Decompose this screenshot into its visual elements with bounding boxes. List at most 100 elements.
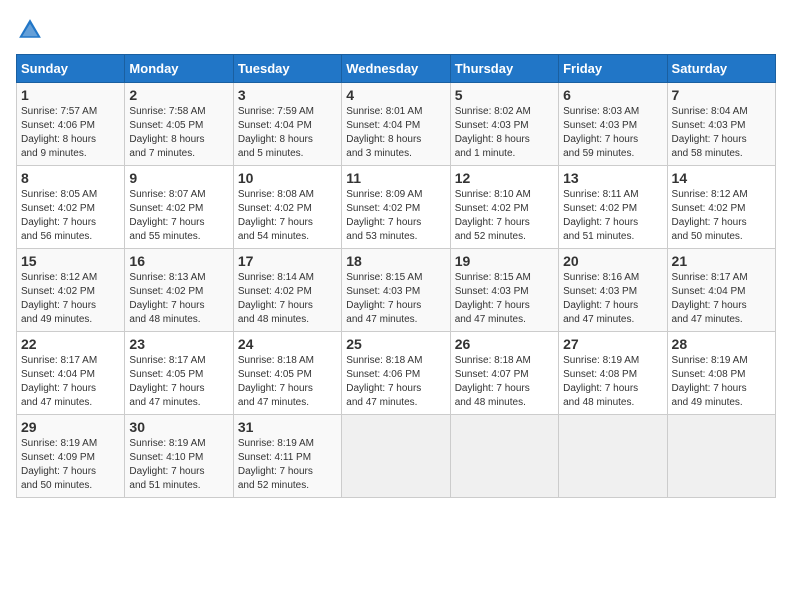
day-number: 6 <box>563 87 662 103</box>
col-header-saturday: Saturday <box>667 55 775 83</box>
day-info: Sunrise: 8:14 AMSunset: 4:02 PMDaylight:… <box>238 271 337 327</box>
day-info: Sunrise: 8:07 AMSunset: 4:02 PMDaylight:… <box>129 188 228 244</box>
day-number: 24 <box>238 336 337 352</box>
day-number: 25 <box>346 336 445 352</box>
day-number: 22 <box>21 336 120 352</box>
calendar-cell: 24 Sunrise: 8:18 AMSunset: 4:05 PMDayligh… <box>233 332 341 415</box>
day-info: Sunrise: 8:13 AMSunset: 4:02 PMDaylight:… <box>129 271 228 327</box>
day-info: Sunrise: 8:04 AMSunset: 4:03 PMDaylight:… <box>672 105 771 161</box>
calendar-cell: 2Sunrise: 7:58 AMSunset: 4:05 PMDaylight… <box>125 83 233 166</box>
calendar-cell: 22 Sunrise: 8:17 AMSunset: 4:04 PMDayligh… <box>17 332 125 415</box>
day-number: 15 <box>21 253 120 269</box>
calendar-cell: 4Sunrise: 8:01 AMSunset: 4:04 PMDaylight… <box>342 83 450 166</box>
calendar-cell <box>342 415 450 498</box>
day-info: Sunrise: 8:12 AMSunset: 4:02 PMDaylight:… <box>672 188 771 244</box>
day-number: 12 <box>455 170 554 186</box>
day-number: 2 <box>129 87 228 103</box>
calendar-cell: 11 Sunrise: 8:09 AMSunset: 4:02 PMDayligh… <box>342 166 450 249</box>
day-number: 11 <box>346 170 445 186</box>
day-info: Sunrise: 8:18 AMSunset: 4:06 PMDaylight:… <box>346 354 445 410</box>
day-number: 1 <box>21 87 120 103</box>
day-number: 26 <box>455 336 554 352</box>
calendar-cell: 19 Sunrise: 8:15 AMSunset: 4:03 PMDayligh… <box>450 249 558 332</box>
day-info: Sunrise: 8:18 AMSunset: 4:07 PMDaylight:… <box>455 354 554 410</box>
calendar-cell: 15 Sunrise: 8:12 AMSunset: 4:02 PMDayligh… <box>17 249 125 332</box>
day-info: Sunrise: 7:59 AMSunset: 4:04 PMDaylight:… <box>238 105 337 161</box>
calendar-cell: 8 Sunrise: 8:05 AMSunset: 4:02 PMDaylight… <box>17 166 125 249</box>
day-number: 23 <box>129 336 228 352</box>
day-info: Sunrise: 8:05 AMSunset: 4:02 PMDaylight:… <box>21 188 120 244</box>
col-header-thursday: Thursday <box>450 55 558 83</box>
calendar-cell: 3 Sunrise: 7:59 AMSunset: 4:04 PMDaylight… <box>233 83 341 166</box>
calendar-cell: 10 Sunrise: 8:08 AMSunset: 4:02 PMDayligh… <box>233 166 341 249</box>
day-number: 27 <box>563 336 662 352</box>
day-number: 7 <box>672 87 771 103</box>
calendar-cell: 14 Sunrise: 8:12 AMSunset: 4:02 PMDayligh… <box>667 166 775 249</box>
day-number: 3 <box>238 87 337 103</box>
calendar-cell: 16 Sunrise: 8:13 AMSunset: 4:02 PMDayligh… <box>125 249 233 332</box>
day-number: 31 <box>238 419 337 435</box>
day-info: Sunrise: 8:15 AMSunset: 4:03 PMDaylight:… <box>455 271 554 327</box>
day-info: Sunrise: 8:19 AMSunset: 4:10 PMDaylight:… <box>129 437 228 493</box>
calendar-cell: 17 Sunrise: 8:14 AMSunset: 4:02 PMDayligh… <box>233 249 341 332</box>
page-header <box>16 16 776 44</box>
calendar-table: SundayMondayTuesdayWednesdayThursdayFrid… <box>16 54 776 498</box>
day-info: Sunrise: 8:19 AMSunset: 4:11 PMDaylight:… <box>238 437 337 493</box>
day-number: 5 <box>455 87 554 103</box>
week-row-3: 15 Sunrise: 8:12 AMSunset: 4:02 PMDayligh… <box>17 249 776 332</box>
calendar-cell: 6 Sunrise: 8:03 AMSunset: 4:03 PMDaylight… <box>559 83 667 166</box>
day-info: Sunrise: 8:01 AMSunset: 4:04 PMDaylight:… <box>346 105 445 161</box>
day-number: 21 <box>672 253 771 269</box>
calendar-cell: 28Sunrise: 8:19 AMSunset: 4:08 PMDayligh… <box>667 332 775 415</box>
col-header-friday: Friday <box>559 55 667 83</box>
day-info: Sunrise: 8:15 AMSunset: 4:03 PMDaylight:… <box>346 271 445 327</box>
day-info: Sunrise: 8:02 AMSunset: 4:03 PMDaylight:… <box>455 105 554 161</box>
day-info: Sunrise: 8:08 AMSunset: 4:02 PMDaylight:… <box>238 188 337 244</box>
week-row-4: 22 Sunrise: 8:17 AMSunset: 4:04 PMDayligh… <box>17 332 776 415</box>
day-info: Sunrise: 8:17 AMSunset: 4:04 PMDaylight:… <box>672 271 771 327</box>
day-info: Sunrise: 8:17 AMSunset: 4:05 PMDaylight:… <box>129 354 228 410</box>
day-info: Sunrise: 8:16 AMSunset: 4:03 PMDaylight:… <box>563 271 662 327</box>
calendar-cell: 20 Sunrise: 8:16 AMSunset: 4:03 PMDayligh… <box>559 249 667 332</box>
calendar-cell: 1 Sunrise: 7:57 AMSunset: 4:06 PMDaylight… <box>17 83 125 166</box>
calendar-cell: 31 Sunrise: 8:19 AMSunset: 4:11 PMDayligh… <box>233 415 341 498</box>
day-info: Sunrise: 8:19 AMSunset: 4:08 PMDaylight:… <box>563 354 662 410</box>
calendar-cell: 25 Sunrise: 8:18 AMSunset: 4:06 PMDayligh… <box>342 332 450 415</box>
calendar-cell: 27 Sunrise: 8:19 AMSunset: 4:08 PMDayligh… <box>559 332 667 415</box>
calendar-cell: 9Sunrise: 8:07 AMSunset: 4:02 PMDaylight… <box>125 166 233 249</box>
day-info: Sunrise: 7:57 AMSunset: 4:06 PMDaylight:… <box>21 105 120 161</box>
logo <box>16 16 48 44</box>
calendar-cell: 18 Sunrise: 8:15 AMSunset: 4:03 PMDayligh… <box>342 249 450 332</box>
day-number: 19 <box>455 253 554 269</box>
week-row-1: 1 Sunrise: 7:57 AMSunset: 4:06 PMDaylight… <box>17 83 776 166</box>
day-info: Sunrise: 8:09 AMSunset: 4:02 PMDaylight:… <box>346 188 445 244</box>
calendar-cell <box>450 415 558 498</box>
col-header-tuesday: Tuesday <box>233 55 341 83</box>
day-number: 16 <box>129 253 228 269</box>
day-number: 13 <box>563 170 662 186</box>
calendar-cell: 21 Sunrise: 8:17 AMSunset: 4:04 PMDayligh… <box>667 249 775 332</box>
day-info: Sunrise: 8:11 AMSunset: 4:02 PMDaylight:… <box>563 188 662 244</box>
calendar-cell <box>559 415 667 498</box>
calendar-header: SundayMondayTuesdayWednesdayThursdayFrid… <box>17 55 776 83</box>
day-info: Sunrise: 8:12 AMSunset: 4:02 PMDaylight:… <box>21 271 120 327</box>
day-number: 29 <box>21 419 120 435</box>
day-info: Sunrise: 8:03 AMSunset: 4:03 PMDaylight:… <box>563 105 662 161</box>
day-number: 20 <box>563 253 662 269</box>
day-info: Sunrise: 8:19 AMSunset: 4:09 PMDaylight:… <box>21 437 120 493</box>
calendar-cell: 23 Sunrise: 8:17 AMSunset: 4:05 PMDayligh… <box>125 332 233 415</box>
day-number: 8 <box>21 170 120 186</box>
col-header-monday: Monday <box>125 55 233 83</box>
day-info: Sunrise: 8:17 AMSunset: 4:04 PMDaylight:… <box>21 354 120 410</box>
calendar-cell: 7 Sunrise: 8:04 AMSunset: 4:03 PMDaylight… <box>667 83 775 166</box>
day-info: Sunrise: 8:18 AMSunset: 4:05 PMDaylight:… <box>238 354 337 410</box>
calendar-cell: 12Sunrise: 8:10 AMSunset: 4:02 PMDayligh… <box>450 166 558 249</box>
day-number: 14 <box>672 170 771 186</box>
col-header-sunday: Sunday <box>17 55 125 83</box>
day-number: 18 <box>346 253 445 269</box>
week-row-5: 29 Sunrise: 8:19 AMSunset: 4:09 PMDayligh… <box>17 415 776 498</box>
day-info: Sunrise: 8:19 AMSunset: 4:08 PMDaylight:… <box>672 354 771 410</box>
day-number: 17 <box>238 253 337 269</box>
logo-icon <box>16 16 44 44</box>
day-number: 10 <box>238 170 337 186</box>
